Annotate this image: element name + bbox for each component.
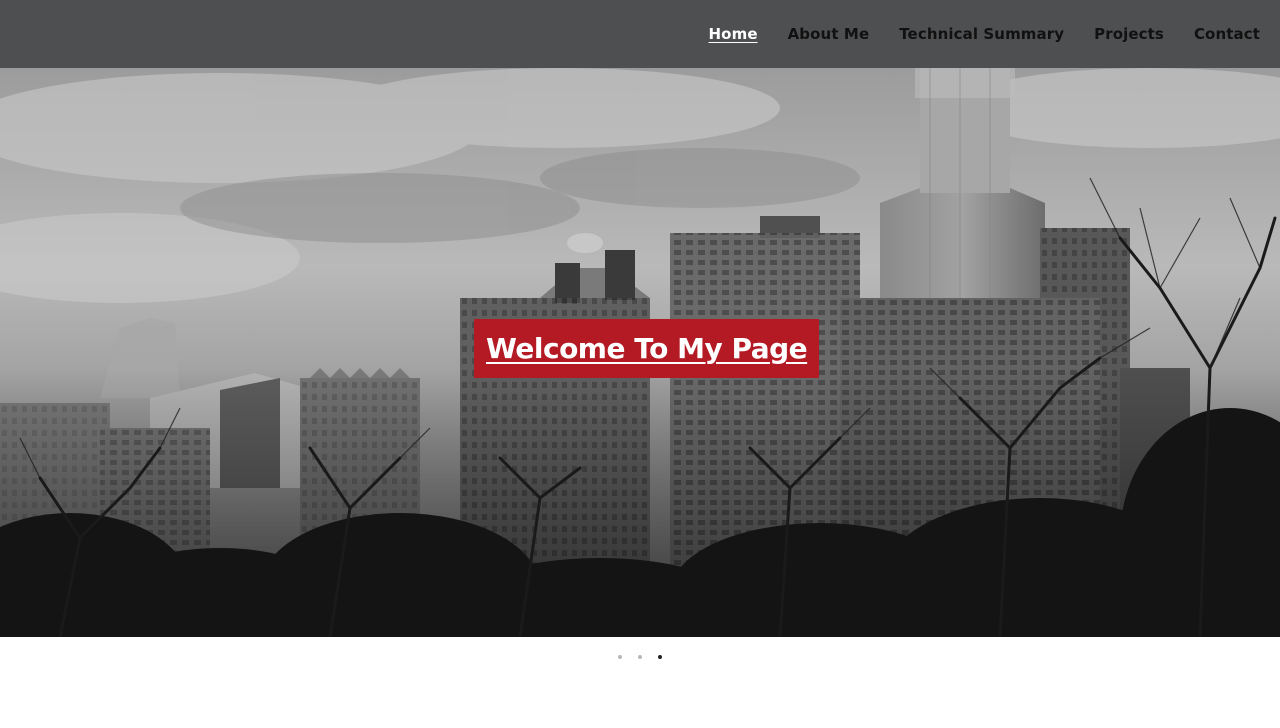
- carousel-dot-1[interactable]: [618, 655, 622, 659]
- top-navbar: Home About Me Technical Summary Projects…: [0, 0, 1280, 68]
- nav-technical-summary-link[interactable]: Technical Summary: [899, 25, 1064, 43]
- welcome-banner: Welcome To My Page: [474, 319, 820, 378]
- nav-home-link[interactable]: Home: [709, 25, 758, 43]
- nav-about-link[interactable]: About Me: [788, 25, 870, 43]
- carousel-indicators: [0, 650, 1280, 664]
- carousel-dot-3[interactable]: [658, 655, 662, 659]
- hero-carousel-slide: Welcome To My Page: [0, 68, 1280, 637]
- main-nav: Home About Me Technical Summary Projects…: [679, 0, 1260, 68]
- nav-contact-link[interactable]: Contact: [1194, 25, 1260, 43]
- welcome-heading-link[interactable]: Welcome To My Page: [486, 332, 808, 365]
- nav-projects-link[interactable]: Projects: [1094, 25, 1164, 43]
- carousel-dot-2[interactable]: [638, 655, 642, 659]
